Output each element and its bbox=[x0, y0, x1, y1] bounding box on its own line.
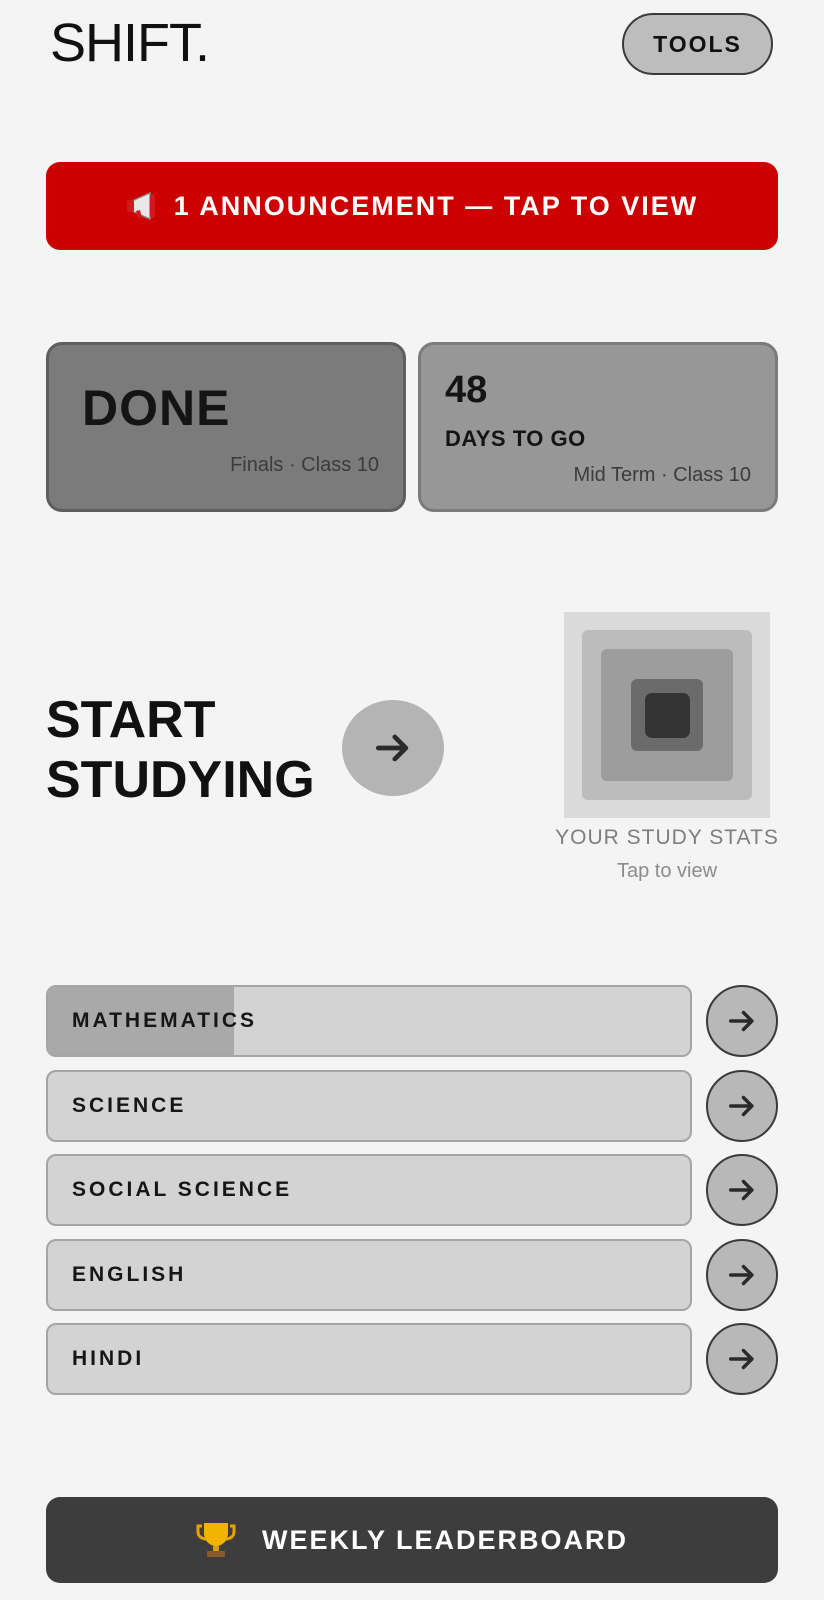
megaphone-icon bbox=[126, 191, 160, 221]
arrow-right-icon bbox=[728, 1348, 754, 1370]
study-stats-title[interactable]: YOUR STUDY STATS bbox=[540, 826, 794, 850]
study-stats-subtitle[interactable]: Tap to view bbox=[540, 860, 794, 883]
start-title-line2: STUDYING bbox=[46, 751, 315, 809]
arrow-right-icon bbox=[728, 1095, 754, 1117]
announcement-banner[interactable]: 1 ANNOUNCEMENT — TAP TO VIEW bbox=[46, 162, 778, 250]
subject-open-button[interactable] bbox=[706, 1323, 778, 1395]
arrow-right-icon bbox=[375, 734, 409, 762]
midterm-meta: Mid Term · Class 10 bbox=[573, 464, 751, 486]
start-studying-title[interactable]: START STUDYING bbox=[46, 690, 315, 810]
midterm-days-count: 48 bbox=[445, 369, 488, 411]
midterm-countdown-card[interactable]: 48 DAYS TO GO Mid Term · Class 10 bbox=[418, 342, 778, 512]
subject-open-button[interactable] bbox=[706, 1239, 778, 1311]
weekly-leaderboard-button[interactable]: WEEKLY LEADERBOARD bbox=[46, 1497, 778, 1583]
subject-open-button[interactable] bbox=[706, 1070, 778, 1142]
leaderboard-label: WEEKLY LEADERBOARD bbox=[261, 1524, 629, 1555]
subject-row[interactable]: SOCIAL SCIENCE bbox=[46, 1154, 692, 1226]
midterm-days-label: DAYS TO GO bbox=[445, 426, 586, 451]
arrow-right-icon bbox=[728, 1264, 754, 1286]
arrow-right-icon bbox=[728, 1179, 754, 1201]
subject-row[interactable]: MATHEMATICS bbox=[46, 985, 692, 1057]
stats-square-core bbox=[645, 693, 690, 738]
subject-row[interactable]: ENGLISH bbox=[46, 1239, 692, 1311]
start-studying-button[interactable] bbox=[342, 700, 444, 796]
app-logo: SHIFT. bbox=[50, 13, 210, 73]
subject-label: SOCIAL SCIENCE bbox=[72, 1178, 293, 1201]
subject-label: ENGLISH bbox=[72, 1263, 187, 1286]
subject-row[interactable]: HINDI bbox=[46, 1323, 692, 1395]
subject-label: HINDI bbox=[72, 1347, 145, 1370]
arrow-right-icon bbox=[728, 1010, 754, 1032]
subject-open-button[interactable] bbox=[706, 985, 778, 1057]
subject-open-button[interactable] bbox=[706, 1154, 778, 1226]
trophy-icon bbox=[196, 1521, 236, 1559]
subject-row[interactable]: SCIENCE bbox=[46, 1070, 692, 1142]
announcement-label: 1 ANNOUNCEMENT — TAP TO VIEW bbox=[173, 190, 699, 221]
finals-status: DONE bbox=[82, 380, 231, 436]
app-screen: SHIFT. TOOLS 1 ANNOUNCEMENT — TAP TO VIE… bbox=[0, 0, 824, 1600]
finals-meta: Finals · Class 10 bbox=[230, 454, 379, 476]
start-title-line1: START bbox=[46, 691, 216, 749]
subject-label: SCIENCE bbox=[72, 1094, 187, 1117]
study-stats-graphic[interactable] bbox=[564, 612, 770, 818]
finals-countdown-card[interactable]: DONE Finals · Class 10 bbox=[46, 342, 406, 512]
tools-button[interactable]: TOOLS bbox=[622, 13, 773, 75]
subject-label: MATHEMATICS bbox=[72, 1009, 258, 1032]
